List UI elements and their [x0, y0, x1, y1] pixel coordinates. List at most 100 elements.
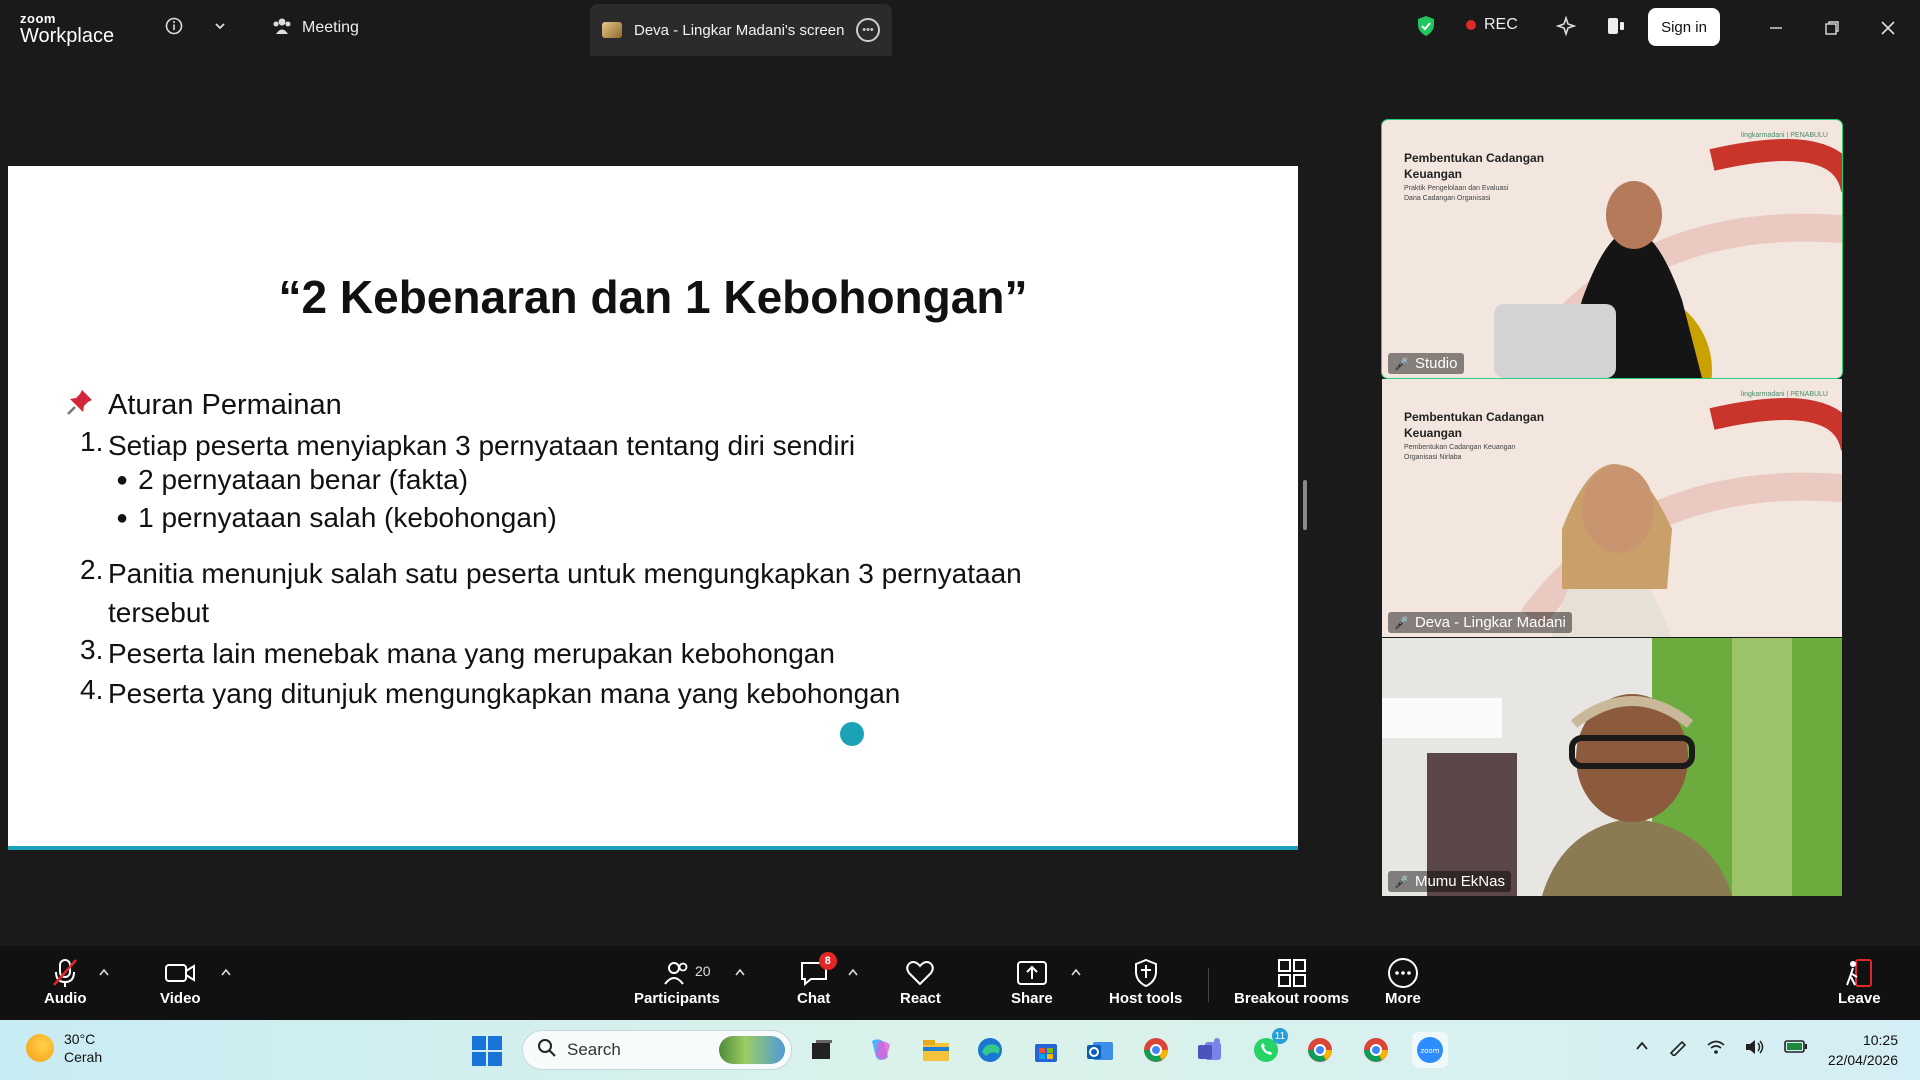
rule-text: Peserta lain menebak mana yang merupakan… [108, 638, 835, 669]
participant-name: Mumu EkNas [1414, 873, 1505, 890]
sign-in-button[interactable]: Sign in [1648, 8, 1720, 46]
banner-title: Pembentukan Cadangan Keuangan [1404, 410, 1545, 440]
more-icon [1387, 956, 1419, 990]
host-tools-label: Host tools [1109, 990, 1183, 1007]
weather-widget[interactable]: 30°C Cerah [26, 1030, 102, 1066]
participant-name-tag: 🎤 Studio [1388, 353, 1464, 374]
audio-options-chevron-icon[interactable] [98, 964, 110, 980]
rule-item: 4. Peserta yang ditunjuk mengungkapkan m… [80, 674, 1108, 713]
video-camera-icon [164, 956, 196, 990]
recording-indicator[interactable]: REC [1466, 16, 1518, 34]
breakout-rooms-button[interactable]: Breakout rooms [1234, 956, 1349, 1007]
zoom-logo: zoom Workplace [20, 12, 114, 46]
leave-label: Leave [1838, 990, 1881, 1007]
chat-button[interactable]: 8 Chat [797, 952, 837, 1007]
recording-dot-icon [1466, 20, 1476, 30]
leave-button[interactable]: Leave [1838, 956, 1881, 1007]
pen-tray-icon[interactable] [1668, 1038, 1688, 1061]
restore-icon[interactable] [1818, 14, 1846, 42]
shared-screen-tab-label: Deva - Lingkar Madani's screen [634, 21, 845, 39]
title-bar: zoom Workplace Meeting Deva - Lingkar Ma… [0, 0, 1920, 56]
meeting-tab[interactable]: Meeting [272, 14, 359, 42]
copilot-icon[interactable] [862, 1032, 898, 1068]
meeting-stage: “2 Kebenaran dan 1 Kebohongan” Aturan Pe… [0, 56, 1920, 946]
share-button[interactable]: Share [1011, 956, 1053, 1007]
toolbar-divider [1208, 968, 1209, 1002]
video-tile-studio[interactable]: Pembentukan Cadangan Keuangan Praktik Pe… [1381, 119, 1843, 379]
breakout-rooms-label: Breakout rooms [1234, 990, 1350, 1007]
outlook-icon[interactable] [1082, 1032, 1118, 1068]
breakout-rooms-icon [1277, 956, 1307, 990]
bullet-dot: ● [116, 468, 129, 491]
teams-icon[interactable] [1192, 1032, 1228, 1068]
video-options-chevron-icon[interactable] [220, 964, 232, 980]
share-options-chevron-icon[interactable] [1070, 964, 1082, 980]
close-icon[interactable] [1874, 14, 1902, 42]
video-label: Video [160, 990, 201, 1007]
rule-text: Peserta yang ditunjuk mengungkapkan mana… [108, 678, 901, 709]
more-label: More [1385, 990, 1421, 1007]
audio-button[interactable]: Audio [44, 956, 87, 1007]
task-view-icon[interactable] [804, 1032, 840, 1068]
chat-options-chevron-icon[interactable] [847, 964, 859, 980]
participant-name-tag: 🎤 Mumu EkNas [1388, 871, 1511, 892]
rule-number: 1. [80, 426, 104, 457]
battery-icon[interactable] [1784, 1038, 1808, 1061]
system-tray [1634, 1038, 1808, 1061]
whatsapp-icon[interactable]: 11 [1248, 1028, 1288, 1068]
windows-start-icon[interactable] [472, 1036, 502, 1066]
apps-icon[interactable] [1604, 14, 1628, 38]
security-shield-icon[interactable] [1414, 14, 1438, 38]
slide-title: “2 Kebenaran dan 1 Kebohongan” [278, 271, 1028, 323]
more-options-icon[interactable]: ••• [856, 18, 880, 42]
video-button[interactable]: Video [160, 956, 201, 1007]
logo-workplace-text: Workplace [20, 25, 115, 47]
chrome-profile-2-icon[interactable] [1358, 1032, 1394, 1068]
weather-temp: 30°C [64, 1031, 96, 1047]
edge-browser-icon[interactable] [972, 1032, 1008, 1068]
meeting-tab-label: Meeting [302, 19, 359, 36]
splitter-handle[interactable] [1303, 480, 1307, 530]
windows-taskbar: 30°C Cerah Search 11 zoom 10:25 22/04/20… [0, 1020, 1920, 1080]
minimize-icon[interactable] [1762, 14, 1790, 42]
banner-subtitle: Praktik Pengelolaan dan Evaluasi Dana Ca… [1404, 185, 1509, 202]
mic-off-icon: 🎤 [1394, 615, 1409, 630]
taskbar-search[interactable]: Search [522, 1030, 792, 1070]
clock-date: 22/04/2026 [1827, 1052, 1898, 1068]
rule-item: 2. Panitia menunjuk salah satu peserta u… [80, 554, 1108, 632]
zoom-app-icon[interactable]: zoom [1412, 1032, 1448, 1068]
react-button[interactable]: React [900, 956, 941, 1007]
logo-zoom-text: zoom [20, 11, 56, 26]
video-tile-mumu[interactable]: 🎤 Mumu EkNas [1382, 638, 1842, 896]
banner-brand: lingkarmadani | PENABULU [1740, 132, 1828, 139]
chrome-icon[interactable] [1138, 1032, 1174, 1068]
system-clock[interactable]: 10:25 22/04/2026 [1818, 1030, 1898, 1070]
chevron-up-icon[interactable] [1634, 1038, 1650, 1061]
more-button[interactable]: More [1385, 956, 1421, 1007]
search-highlight-image [719, 1036, 785, 1064]
chat-unread-badge: 8 [818, 952, 837, 970]
sub-bullet-text: 1 pernyataan salah (kebohongan) [138, 502, 557, 533]
chevron-down-icon[interactable] [208, 14, 232, 38]
rules-heading-label: Aturan Permainan [108, 389, 342, 421]
video-feed [1382, 638, 1842, 896]
volume-icon[interactable] [1744, 1038, 1766, 1061]
file-explorer-icon[interactable] [918, 1032, 954, 1068]
rule-item: 3. Peserta lain menebak mana yang merupa… [80, 634, 1108, 673]
video-tile-deva[interactable]: Pembentukan Cadangan Keuangan Pembentuka… [1382, 379, 1842, 637]
search-placeholder: Search [567, 1040, 621, 1059]
wifi-icon[interactable] [1706, 1038, 1726, 1061]
shared-screen-tab[interactable]: Deva - Lingkar Madani's screen ••• [590, 4, 892, 56]
participants-label: Participants [634, 990, 720, 1007]
participants-options-chevron-icon[interactable] [734, 964, 746, 980]
chrome-profile-icon[interactable] [1302, 1032, 1338, 1068]
search-icon [537, 1038, 557, 1063]
ai-companion-icon[interactable] [1554, 14, 1578, 38]
rule-number: 2. [80, 554, 104, 585]
remote-cursor-icon [840, 722, 864, 746]
info-icon[interactable] [162, 14, 186, 38]
microsoft-store-icon[interactable] [1028, 1032, 1064, 1068]
participant-name: Deva - Lingkar Madani [1414, 614, 1566, 631]
host-tools-button[interactable]: Host tools [1109, 956, 1182, 1007]
rule-number: 3. [80, 634, 104, 665]
